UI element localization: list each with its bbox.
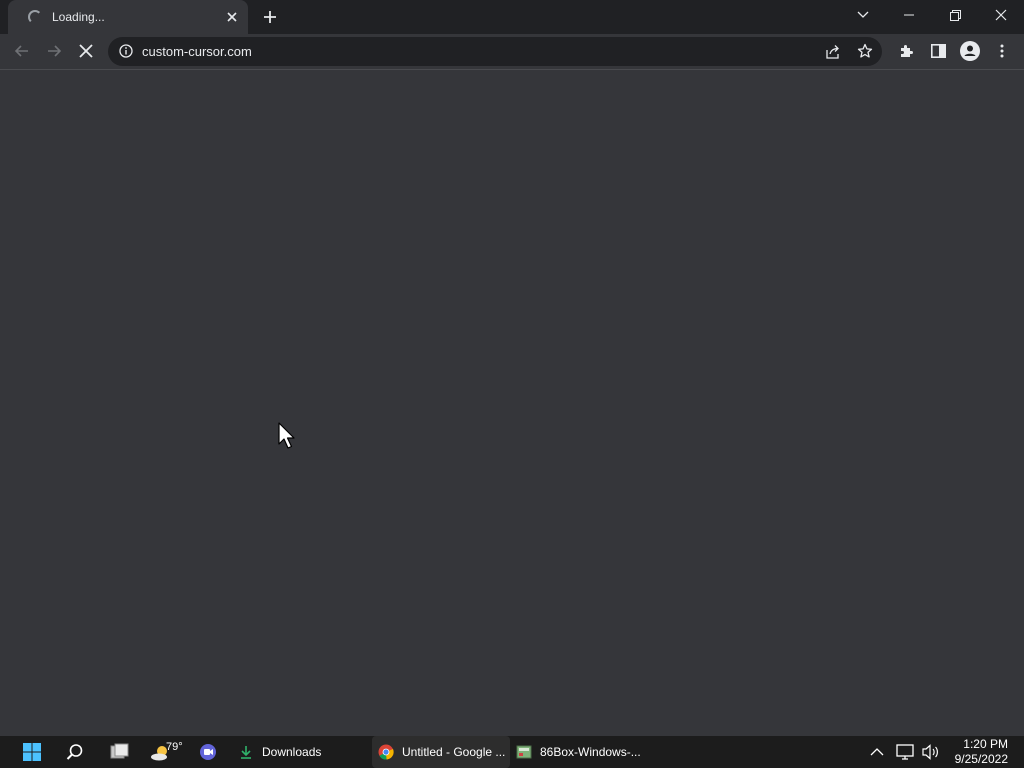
taskbar-item-86box[interactable]: 86Box-Windows-...	[516, 736, 641, 768]
profile-icon[interactable]	[956, 37, 984, 65]
tab-search-chevron-down-icon[interactable]	[840, 0, 886, 30]
clock-time: 1:20 PM	[963, 737, 1008, 751]
network-icon[interactable]	[896, 736, 914, 768]
browser-title-bar: Loading...	[0, 0, 1024, 34]
more-menu-icon[interactable]	[988, 37, 1016, 65]
browser-tab-active[interactable]: Loading...	[8, 0, 248, 34]
taskbar-item-chrome[interactable]: Untitled - Google ...	[372, 736, 510, 768]
taskbar-item-label: Untitled - Google ...	[402, 745, 506, 759]
loading-spinner-icon	[28, 10, 42, 24]
taskbar-item-downloads[interactable]: Downloads	[238, 736, 321, 768]
share-icon[interactable]	[825, 44, 841, 64]
app-icon	[516, 745, 532, 759]
address-bar[interactable]: custom-cursor.com	[108, 37, 882, 66]
start-button-windows-icon[interactable]	[22, 736, 42, 768]
system-clock[interactable]: 1:20 PM 9/25/2022	[955, 737, 1008, 767]
url-text[interactable]: custom-cursor.com	[142, 44, 252, 59]
mouse-pointer-icon	[278, 422, 295, 449]
taskbar-item-label: 86Box-Windows-...	[540, 745, 641, 759]
taskbar-item-label: Downloads	[262, 745, 322, 759]
new-tab-button[interactable]	[258, 5, 282, 29]
page-viewport	[0, 70, 1024, 736]
extensions-icon[interactable]	[892, 37, 920, 65]
tab-close-icon[interactable]	[224, 9, 240, 25]
minimize-icon[interactable]	[886, 0, 932, 30]
show-hidden-icons-chevron-up-icon[interactable]	[870, 736, 884, 768]
download-icon	[241, 746, 251, 759]
task-view-icon[interactable]	[110, 736, 130, 768]
browser-toolbar: custom-cursor.com	[0, 34, 1024, 70]
volume-icon[interactable]	[922, 736, 940, 768]
chat-icon[interactable]	[198, 736, 218, 768]
weather-widget[interactable]: 79°	[150, 736, 183, 768]
weather-temp: 79°	[166, 741, 183, 753]
windows-taskbar: 79° Downloads Untitled - Google ... 86Bo…	[0, 736, 1024, 768]
window-close-icon[interactable]	[978, 0, 1024, 30]
side-panel-icon[interactable]	[924, 37, 952, 65]
star-icon[interactable]	[857, 43, 873, 64]
restore-icon[interactable]	[932, 0, 978, 30]
search-icon[interactable]	[66, 736, 84, 768]
forward-arrow-icon[interactable]	[40, 37, 68, 65]
stop-loading-icon[interactable]	[72, 37, 100, 65]
info-icon[interactable]	[119, 44, 133, 63]
tab-title: Loading...	[52, 10, 105, 24]
clock-date: 9/25/2022	[954, 752, 1008, 766]
back-arrow-icon[interactable]	[8, 37, 36, 65]
chrome-icon	[378, 744, 394, 760]
